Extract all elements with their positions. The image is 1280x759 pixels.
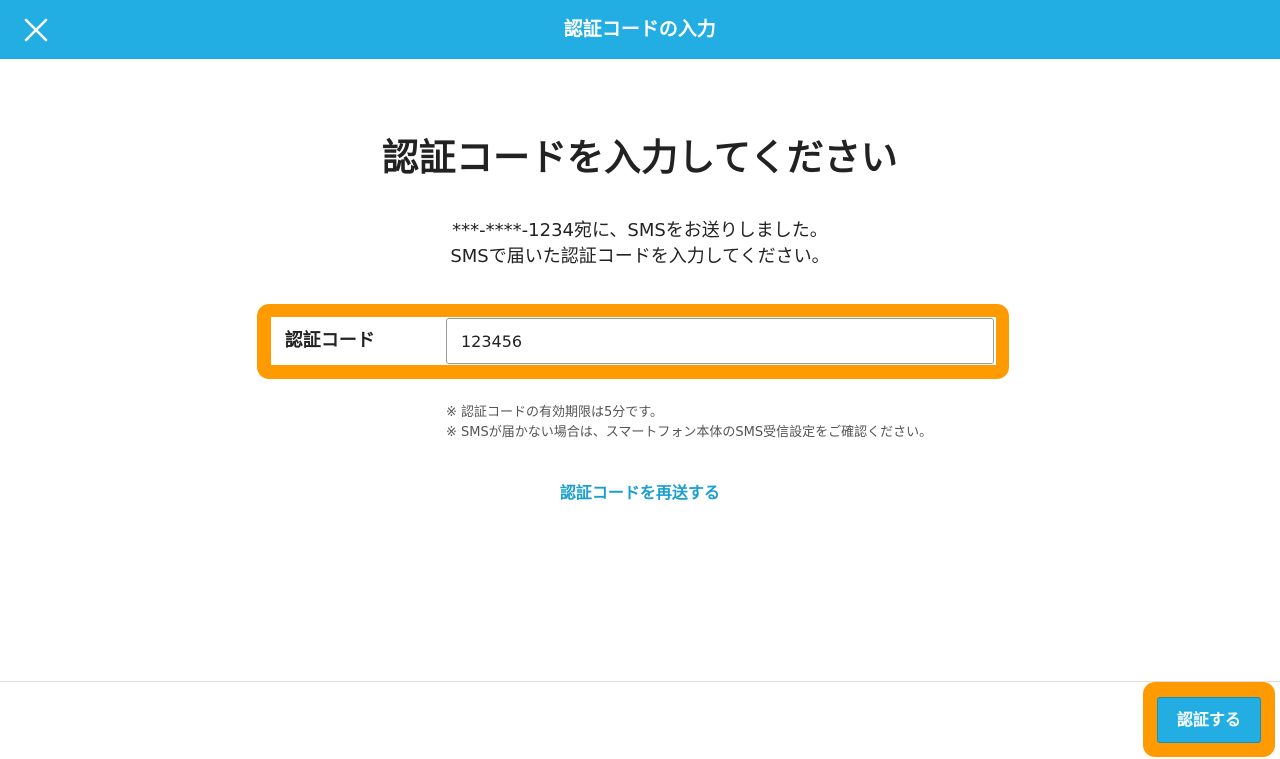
code-form-row: 認証コード <box>271 317 996 365</box>
note-sms-settings: ※ SMSが届かない場合は、スマートフォン本体のSMS受信設定をご確認ください。 <box>446 425 933 440</box>
instruction-line-2: SMSで届いた認証コードを入力してください。 <box>450 246 830 267</box>
code-input[interactable] <box>446 318 994 364</box>
instruction-line-1: ***-****-1234宛に、SMSをお送りしました。 <box>452 220 828 241</box>
header-title: 認証コードの入力 <box>563 18 716 40</box>
code-field-label: 認証コード <box>285 330 375 351</box>
instructions: ***-****-1234宛に、SMSをお送りしました。 SMSで届いた認証コー… <box>0 218 1280 270</box>
header-bar: 認証コードの入力 <box>0 0 1280 59</box>
footer-divider <box>0 681 1280 682</box>
page-title: 認証コードを入力してください <box>382 136 898 179</box>
note-expiry: ※ 認証コードの有効期限は5分です。 <box>446 405 663 420</box>
notes: ※ 認証コードの有効期限は5分です。 ※ SMSが届かない場合は、スマートフォン… <box>446 403 932 443</box>
verify-button[interactable]: 認証する <box>1157 697 1261 743</box>
resend-code-link[interactable]: 認証コードを再送する <box>0 481 1280 505</box>
